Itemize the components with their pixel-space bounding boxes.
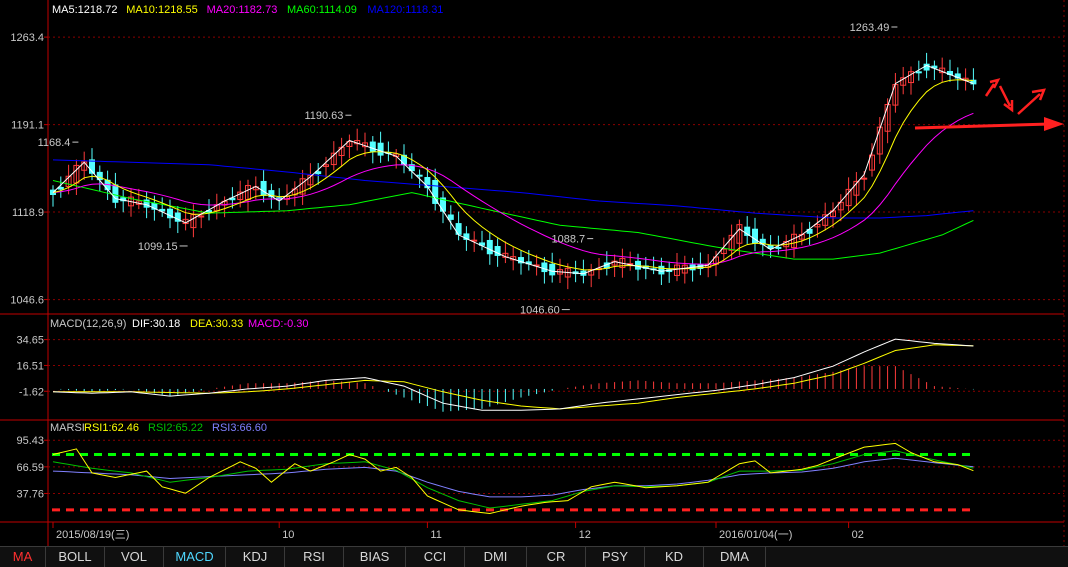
candle-down bbox=[377, 142, 384, 156]
tab-bias[interactable]: BIAS bbox=[344, 547, 406, 567]
tab-macd[interactable]: MACD bbox=[164, 547, 226, 567]
price-annotation: 1088.7 bbox=[552, 234, 586, 246]
date-tick-label: 2016/01/04(一) bbox=[719, 529, 792, 541]
ma20-line bbox=[52, 112, 974, 265]
candle-down bbox=[432, 179, 439, 204]
price-annotation: 1099.15 bbox=[138, 241, 178, 253]
tab-ma[interactable]: MA bbox=[0, 547, 46, 567]
ma-legend-item: MA60:1114.09 bbox=[287, 4, 357, 16]
rsi-legend-item: MARSI bbox=[50, 422, 85, 434]
ma5-line bbox=[52, 64, 974, 275]
candle-up bbox=[861, 177, 868, 180]
candle-down bbox=[112, 184, 119, 203]
price-annotation: 1190.63 bbox=[304, 110, 343, 122]
forecast-arrow-line bbox=[914, 122, 1051, 130]
price-tick-label: 1263.4 bbox=[10, 32, 44, 44]
rsi-legend-item: RSI3:66.60 bbox=[212, 422, 267, 434]
candle-down bbox=[57, 186, 64, 190]
candle-down bbox=[915, 71, 922, 74]
forecast-arrow-down bbox=[998, 85, 1014, 113]
price-tick-label: 1118.9 bbox=[12, 207, 44, 219]
macd-legend-item: MACD:-0.30 bbox=[248, 318, 309, 330]
candle-down bbox=[416, 174, 423, 177]
rsi-tick-label: 95.43 bbox=[16, 435, 44, 447]
date-tick-label: 02 bbox=[852, 529, 864, 541]
tab-boll[interactable]: BOLL bbox=[46, 547, 105, 567]
macd-tick-label: 16.51 bbox=[16, 360, 44, 372]
price-annotation: 1263.49 bbox=[850, 22, 890, 34]
rsi1-line bbox=[52, 442, 974, 515]
ma-legend-item: MA10:1218.55 bbox=[126, 4, 198, 16]
ma10-line bbox=[52, 79, 974, 271]
candle-down bbox=[260, 180, 267, 196]
rsi-tick-label: 37.76 bbox=[16, 488, 44, 500]
indicator-toolbar: MA BOLL VOL MACD KDJ RSI BIAS CCI DMI CR… bbox=[0, 546, 1068, 567]
candle-down bbox=[369, 141, 376, 152]
date-tick-label: 10 bbox=[282, 529, 294, 541]
rsi-tick-label: 66.59 bbox=[16, 462, 44, 474]
ma-legend-item: MA120:1118.31 bbox=[367, 4, 443, 16]
macd-legend-item: MACD(12,26,9) bbox=[50, 318, 126, 330]
tab-vol[interactable]: VOL bbox=[105, 547, 164, 567]
tab-dmi[interactable]: DMI bbox=[465, 547, 527, 567]
forecast-arrow-up-small bbox=[984, 78, 1001, 97]
macd-legend-item: DIF:30.18 bbox=[132, 318, 180, 330]
ma-legend-item: MA20:1182.73 bbox=[207, 4, 278, 16]
candle-down bbox=[486, 239, 493, 255]
rsi2-line bbox=[52, 450, 974, 509]
tab-psy[interactable]: PSY bbox=[586, 547, 645, 567]
candle-down bbox=[775, 246, 782, 249]
forecast-arrowhead bbox=[1044, 117, 1064, 131]
rsi-legend-item: RSI1:62.46 bbox=[84, 422, 139, 434]
macd-legend-item: DEA:30.33 bbox=[190, 318, 243, 330]
candle-down bbox=[447, 214, 454, 220]
macd-tick-label: 34.65 bbox=[16, 335, 44, 347]
candle-down bbox=[549, 263, 556, 276]
price-tick-label: 1046.6 bbox=[10, 295, 44, 307]
price-annotation: 1046.60 bbox=[520, 305, 560, 317]
forecast-arrow-up bbox=[1017, 88, 1046, 115]
date-tick-label: 2015/08/19(三) bbox=[56, 529, 129, 541]
tab-dma[interactable]: DMA bbox=[704, 547, 766, 567]
price-annotation: 1168.4 bbox=[38, 137, 71, 149]
candle-down bbox=[658, 265, 665, 275]
candle-down bbox=[752, 228, 758, 244]
stock-chart: 1263.41191.11118.91046.61168.41099.15119… bbox=[0, 0, 1065, 546]
price-tick-label: 1191.1 bbox=[11, 120, 44, 132]
tab-rsi[interactable]: RSI bbox=[285, 547, 344, 567]
ma-legend-item: MA5:1218.72 bbox=[52, 4, 117, 16]
tab-kdj[interactable]: KDJ bbox=[226, 547, 285, 567]
macd-tick-label: -1.62 bbox=[19, 386, 44, 398]
tab-kd[interactable]: KD bbox=[645, 547, 704, 567]
candle-up bbox=[198, 215, 205, 218]
date-tick-label: 11 bbox=[430, 529, 441, 541]
rsi3-line bbox=[52, 457, 974, 498]
candle-down bbox=[315, 171, 322, 175]
tab-cr[interactable]: CR bbox=[527, 547, 586, 567]
rsi-legend-item: RSI2:65.22 bbox=[148, 422, 203, 434]
tab-cci[interactable]: CCI bbox=[406, 547, 465, 567]
date-tick-label: 12 bbox=[579, 529, 591, 541]
candle-down bbox=[541, 262, 548, 273]
